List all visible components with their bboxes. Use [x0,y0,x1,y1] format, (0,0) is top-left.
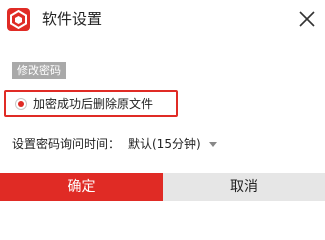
delete-original-label[interactable]: 加密成功后删除原文件 [33,95,153,113]
cancel-button[interactable]: 取消 [163,173,325,201]
radio-button[interactable] [15,98,27,110]
password-interval-select[interactable]: 默认(15分钟) [126,134,221,154]
radio-selected-dot [18,101,24,107]
chevron-down-icon [208,139,218,149]
window-title: 软件设置 [42,10,103,28]
section-tag-change-password: 修改密码 [12,62,66,79]
password-interval-label: 设置密码询问时间： [12,137,121,151]
confirm-button[interactable]: 确定 [0,173,163,201]
close-icon [299,11,315,27]
password-interval-value: 默认(15分钟) [128,137,201,151]
app-logo-icon [7,8,30,31]
close-button[interactable] [293,5,321,33]
delete-original-option[interactable]: 加密成功后删除原文件 [4,90,178,117]
title-bar: 软件设置 [0,0,325,40]
